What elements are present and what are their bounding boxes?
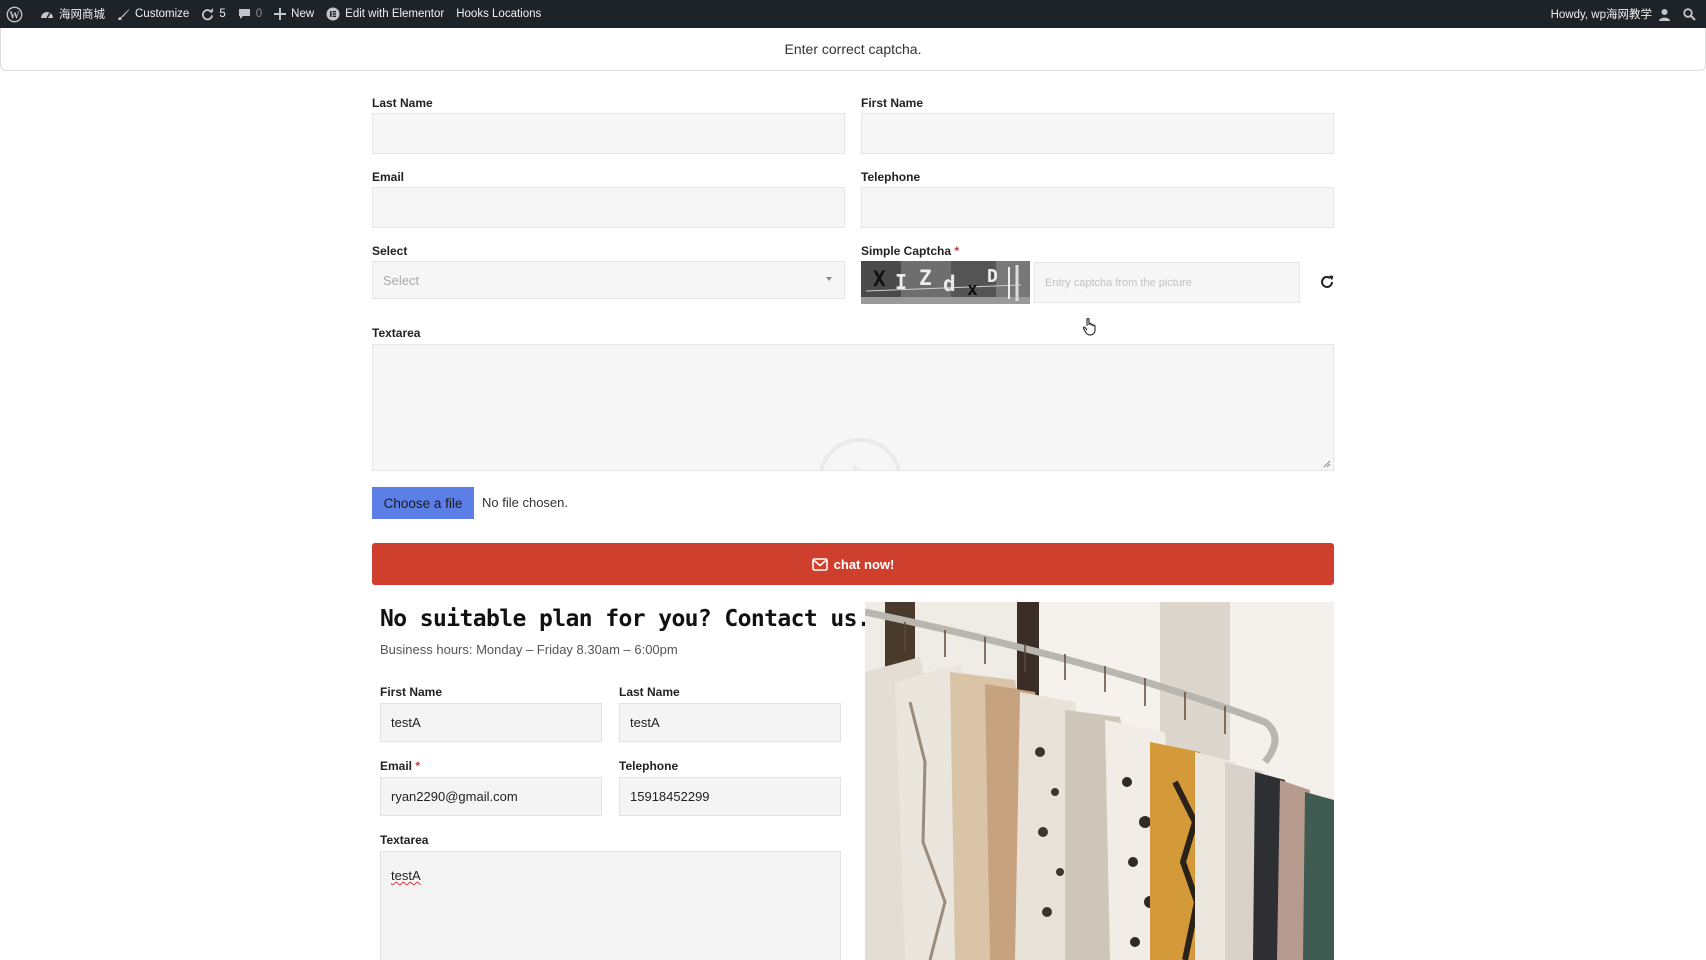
captcha-char: Z bbox=[919, 266, 932, 290]
captcha-error-notice: Enter correct captcha. bbox=[0, 28, 1706, 71]
contact-telephone-value: 15918452299 bbox=[630, 789, 710, 804]
textarea-label: Textarea bbox=[372, 326, 421, 340]
svg-text:W: W bbox=[9, 10, 20, 21]
contact-textarea-input[interactable]: testA bbox=[380, 851, 841, 960]
hooks-locations-link[interactable]: Hooks Locations bbox=[450, 0, 547, 28]
site-name-menu[interactable]: 海网商城 bbox=[34, 0, 111, 28]
last-name-input[interactable] bbox=[372, 113, 845, 154]
updates-icon bbox=[202, 7, 214, 20]
first-name-input[interactable] bbox=[861, 113, 1334, 154]
telephone-label: Telephone bbox=[861, 170, 921, 184]
textarea-input[interactable] bbox=[372, 344, 1334, 471]
hooks-label: Hooks Locations bbox=[456, 8, 542, 20]
email-required-marker: * bbox=[415, 759, 421, 773]
comment-icon bbox=[238, 9, 250, 19]
cursor-hand-icon bbox=[1082, 317, 1098, 337]
contact-last-name-value: testA bbox=[630, 715, 660, 730]
admin-search-button[interactable] bbox=[1677, 0, 1706, 28]
elementor-icon bbox=[326, 7, 340, 21]
business-hours-text: Business hours: Monday – Friday 8.30am –… bbox=[380, 642, 678, 657]
contact-email-label: Email * bbox=[380, 759, 420, 773]
customize-link[interactable]: Customize bbox=[111, 0, 195, 28]
captcha-char: X bbox=[873, 267, 886, 291]
chat-now-label: chat now! bbox=[833, 556, 895, 572]
contact-first-name-value: testA bbox=[391, 715, 421, 730]
updates-count: 5 bbox=[219, 8, 226, 20]
email-label: Email bbox=[372, 170, 405, 184]
search-icon bbox=[1683, 7, 1696, 21]
select-value: Select bbox=[383, 272, 420, 288]
refresh-captcha-icon[interactable] bbox=[1318, 273, 1336, 291]
contact-telephone-input[interactable]: 15918452299 bbox=[619, 777, 841, 816]
play-overlay-icon bbox=[819, 438, 901, 470]
plus-icon bbox=[274, 8, 287, 20]
updates-link[interactable]: 5 bbox=[195, 0, 231, 28]
user-avatar-icon bbox=[1659, 8, 1670, 21]
howdy-label: Howdy, wp海网教学 bbox=[1550, 9, 1652, 21]
admin-bar: W 海网商城 Customize 5 0 New Edit with Eleme… bbox=[0, 0, 1706, 28]
captcha-image: X I Z d x D bbox=[861, 261, 1030, 304]
contact-email-label-text: Email bbox=[380, 759, 413, 773]
email-input[interactable] bbox=[372, 187, 845, 228]
resize-handle-icon[interactable] bbox=[1323, 460, 1331, 468]
contact-last-name-label: Last Name bbox=[619, 685, 680, 699]
contact-textarea-label: Textarea bbox=[380, 833, 429, 847]
brush-icon bbox=[118, 8, 129, 20]
captcha-char: d bbox=[943, 272, 956, 296]
customize-label: Customize bbox=[135, 8, 190, 20]
captcha-required-marker: * bbox=[954, 244, 960, 258]
elementor-label: Edit with Elementor bbox=[345, 8, 445, 20]
select-label: Select bbox=[372, 244, 408, 258]
notice-text: Enter correct captcha. bbox=[784, 41, 922, 57]
select-dropdown[interactable]: Select bbox=[372, 261, 845, 299]
contact-last-name-input[interactable]: testA bbox=[619, 703, 841, 742]
contact-email-input[interactable]: ryan2290@gmail.com bbox=[380, 777, 602, 816]
captcha-char: I bbox=[895, 270, 907, 294]
dropdown-caret-icon bbox=[826, 277, 832, 281]
contact-email-value: ryan2290@gmail.com bbox=[391, 789, 518, 804]
envelope-icon bbox=[811, 557, 828, 571]
captcha-char: x bbox=[967, 279, 978, 300]
wordpress-logo-icon[interactable]: W bbox=[0, 0, 34, 28]
choose-file-label: Choose a file bbox=[383, 495, 463, 511]
chat-now-button[interactable]: chat now! bbox=[372, 543, 1334, 585]
contact-textarea-value: testA bbox=[391, 868, 421, 883]
new-content-link[interactable]: New bbox=[268, 0, 320, 28]
contact-telephone-label: Telephone bbox=[619, 759, 679, 773]
contact-first-name-label: First Name bbox=[380, 685, 443, 699]
captcha-label: Simple Captcha * bbox=[861, 244, 959, 258]
new-label: New bbox=[291, 8, 315, 20]
first-name-label: First Name bbox=[861, 96, 924, 110]
telephone-input[interactable] bbox=[861, 187, 1334, 228]
contact-first-name-input[interactable]: testA bbox=[380, 703, 602, 742]
user-account-menu[interactable]: Howdy, wp海网教学 bbox=[1545, 0, 1677, 28]
file-status-text: No file chosen. bbox=[482, 495, 568, 510]
choose-file-button[interactable]: Choose a file bbox=[372, 487, 474, 519]
site-name-label: 海网商城 bbox=[59, 9, 105, 21]
captcha-placeholder: Entry captcha from the picture bbox=[1045, 276, 1192, 289]
contact-heading: No suitable plan for you? Contact us. bbox=[380, 606, 871, 632]
comments-count: 0 bbox=[255, 8, 263, 20]
comments-link[interactable]: 0 bbox=[232, 0, 268, 28]
last-name-label: Last Name bbox=[372, 96, 433, 110]
dashboard-icon bbox=[41, 12, 53, 19]
edit-with-elementor-link[interactable]: Edit with Elementor bbox=[320, 0, 450, 28]
captcha-char: D bbox=[987, 266, 998, 287]
captcha-label-text: Simple Captcha bbox=[861, 244, 952, 258]
clothing-rack-image bbox=[865, 602, 1334, 960]
captcha-input[interactable]: Entry captcha from the picture bbox=[1034, 262, 1300, 303]
